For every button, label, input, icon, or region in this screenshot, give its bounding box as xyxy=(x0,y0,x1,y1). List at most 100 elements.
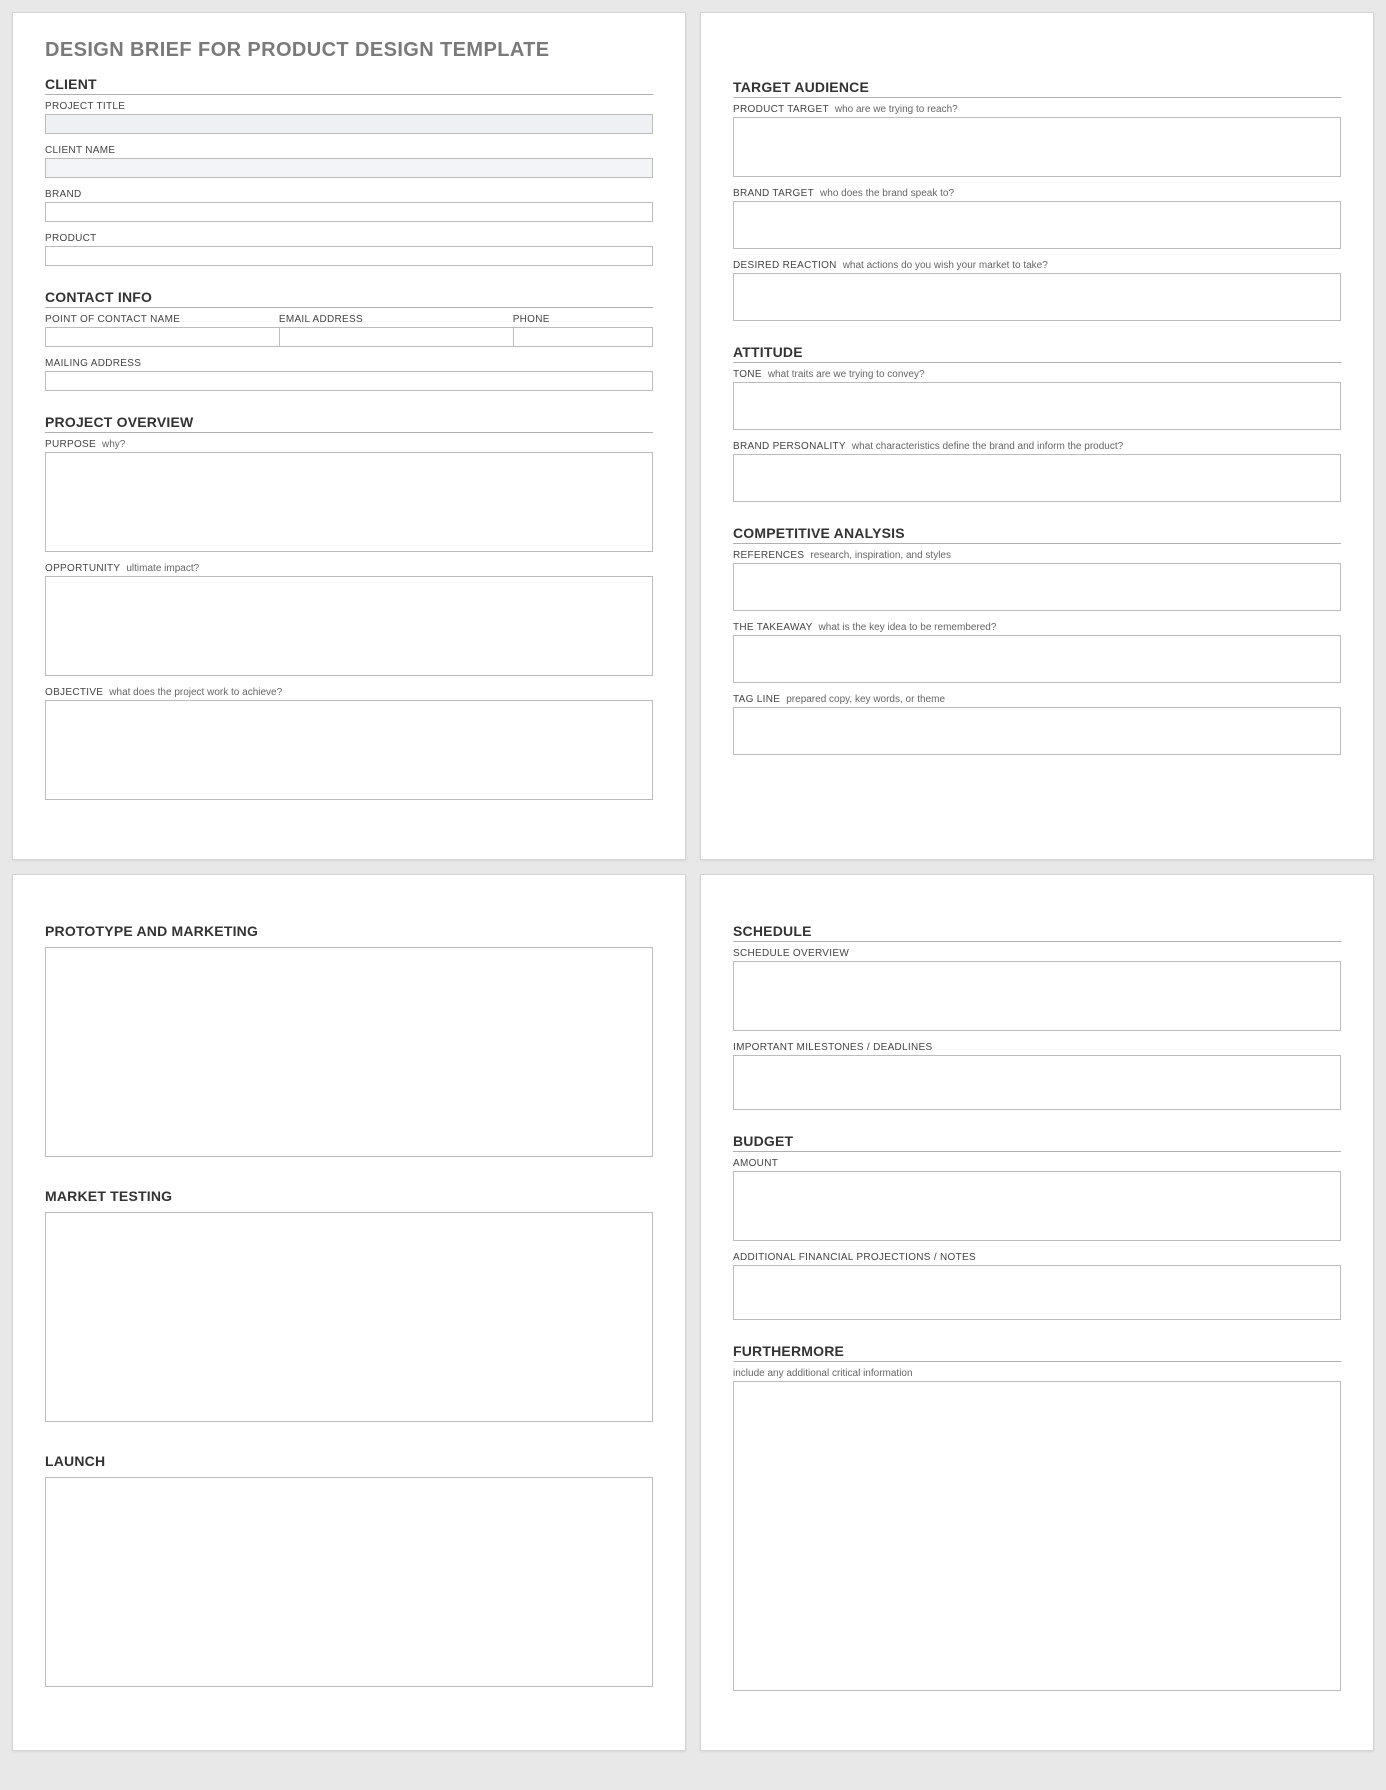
section-project-overview: PROJECT OVERVIEW xyxy=(45,414,653,433)
label-poc: POINT OF CONTACT NAME xyxy=(45,314,279,325)
input-schedule-overview[interactable] xyxy=(733,961,1341,1031)
hint-references: research, inspiration, and styles xyxy=(810,550,951,561)
hint-objective: what does the project work to achieve? xyxy=(109,687,282,698)
field-product: PRODUCT xyxy=(45,233,653,271)
label-brand: BRAND xyxy=(45,189,82,200)
input-product-target[interactable] xyxy=(733,117,1341,177)
section-target-audience: TARGET AUDIENCE xyxy=(733,79,1341,98)
input-poc[interactable] xyxy=(45,327,279,347)
input-email[interactable] xyxy=(279,327,513,347)
input-desired-reaction[interactable] xyxy=(733,273,1341,321)
section-competitive-analysis: COMPETITIVE ANALYSIS xyxy=(733,525,1341,544)
page-2: TARGET AUDIENCE PRODUCT TARGET who are w… xyxy=(700,12,1374,860)
section-client: CLIENT xyxy=(45,76,653,95)
field-brand: BRAND xyxy=(45,189,653,227)
page-4: SCHEDULE SCHEDULE OVERVIEW IMPORTANT MIL… xyxy=(700,874,1374,1751)
field-poc: POINT OF CONTACT NAME xyxy=(45,314,279,352)
input-takeaway[interactable] xyxy=(733,635,1341,683)
input-mailing-address[interactable] xyxy=(45,371,653,391)
field-email: EMAIL ADDRESS xyxy=(279,314,513,352)
input-brand-target[interactable] xyxy=(733,201,1341,249)
field-phone: PHONE xyxy=(513,314,653,352)
section-launch: LAUNCH xyxy=(45,1453,653,1471)
hint-purpose: why? xyxy=(102,439,125,450)
input-prototype-marketing[interactable] xyxy=(45,947,653,1157)
label-takeaway: THE TAKEAWAY xyxy=(733,622,813,633)
label-phone: PHONE xyxy=(513,314,653,325)
hint-tone: what traits are we trying to convey? xyxy=(768,369,925,380)
page-1: DESIGN BRIEF FOR PRODUCT DESIGN TEMPLATE… xyxy=(12,12,686,860)
section-budget: BUDGET xyxy=(733,1133,1341,1152)
page-3: PROTOTYPE AND MARKETING MARKET TESTING L… xyxy=(12,874,686,1751)
input-brand-personality[interactable] xyxy=(733,454,1341,502)
hint-takeaway: what is the key idea to be remembered? xyxy=(819,622,997,633)
label-schedule-overview: SCHEDULE OVERVIEW xyxy=(733,948,849,959)
input-financial-notes[interactable] xyxy=(733,1265,1341,1320)
section-market-testing: MARKET TESTING xyxy=(45,1188,653,1206)
section-contact-info: CONTACT INFO xyxy=(45,289,653,308)
field-brand-personality: BRAND PERSONALITY what characteristics d… xyxy=(733,441,1341,507)
label-brand-target: BRAND TARGET xyxy=(733,188,814,199)
field-opportunity: OPPORTUNITY ultimate impact? xyxy=(45,563,653,681)
field-product-target: PRODUCT TARGET who are we trying to reac… xyxy=(733,104,1341,182)
section-furthermore: FURTHERMORE xyxy=(733,1343,1341,1362)
document-title: DESIGN BRIEF FOR PRODUCT DESIGN TEMPLATE xyxy=(45,39,653,62)
field-furthermore: include any additional critical informat… xyxy=(733,1368,1341,1696)
hint-furthermore: include any additional critical informat… xyxy=(733,1368,913,1379)
input-phone[interactable] xyxy=(513,327,653,347)
input-launch[interactable] xyxy=(45,1477,653,1687)
input-purpose[interactable] xyxy=(45,452,653,552)
hint-desired-reaction: what actions do you wish your market to … xyxy=(843,260,1048,271)
label-milestones: IMPORTANT MILESTONES / DEADLINES xyxy=(733,1042,932,1053)
label-email: EMAIL ADDRESS xyxy=(279,314,513,325)
field-references: REFERENCES research, inspiration, and st… xyxy=(733,550,1341,616)
field-objective: OBJECTIVE what does the project work to … xyxy=(45,687,653,805)
label-tone: TONE xyxy=(733,369,762,380)
input-milestones[interactable] xyxy=(733,1055,1341,1110)
section-attitude: ATTITUDE xyxy=(733,344,1341,363)
label-brand-personality: BRAND PERSONALITY xyxy=(733,441,846,452)
input-opportunity[interactable] xyxy=(45,576,653,676)
section-schedule: SCHEDULE xyxy=(733,923,1341,942)
hint-tagline: prepared copy, key words, or theme xyxy=(786,694,945,705)
document-grid: DESIGN BRIEF FOR PRODUCT DESIGN TEMPLATE… xyxy=(12,12,1374,1751)
input-project-title[interactable] xyxy=(45,114,653,134)
input-tone[interactable] xyxy=(733,382,1341,430)
label-objective: OBJECTIVE xyxy=(45,687,103,698)
field-tagline: TAG LINE prepared copy, key words, or th… xyxy=(733,694,1341,760)
field-amount: AMOUNT xyxy=(733,1158,1341,1246)
input-market-testing[interactable] xyxy=(45,1212,653,1422)
label-project-title: PROJECT TITLE xyxy=(45,101,125,112)
input-product[interactable] xyxy=(45,246,653,266)
field-financial-notes: ADDITIONAL FINANCIAL PROJECTIONS / NOTES xyxy=(733,1252,1341,1325)
input-tagline[interactable] xyxy=(733,707,1341,755)
input-brand[interactable] xyxy=(45,202,653,222)
label-product: PRODUCT xyxy=(45,233,97,244)
field-purpose: PURPOSE why? xyxy=(45,439,653,557)
label-financial-notes: ADDITIONAL FINANCIAL PROJECTIONS / NOTES xyxy=(733,1252,976,1263)
hint-product-target: who are we trying to reach? xyxy=(835,104,958,115)
field-desired-reaction: DESIRED REACTION what actions do you wis… xyxy=(733,260,1341,326)
field-milestones: IMPORTANT MILESTONES / DEADLINES xyxy=(733,1042,1341,1115)
field-client-name: CLIENT NAME xyxy=(45,145,653,183)
label-opportunity: OPPORTUNITY xyxy=(45,563,120,574)
input-furthermore[interactable] xyxy=(733,1381,1341,1691)
label-mailing-address: MAILING ADDRESS xyxy=(45,358,141,369)
input-references[interactable] xyxy=(733,563,1341,611)
label-tagline: TAG LINE xyxy=(733,694,780,705)
field-schedule-overview: SCHEDULE OVERVIEW xyxy=(733,948,1341,1036)
field-project-title: PROJECT TITLE xyxy=(45,101,653,139)
hint-opportunity: ultimate impact? xyxy=(126,563,199,574)
label-desired-reaction: DESIRED REACTION xyxy=(733,260,837,271)
label-amount: AMOUNT xyxy=(733,1158,778,1169)
label-product-target: PRODUCT TARGET xyxy=(733,104,829,115)
hint-brand-personality: what characteristics define the brand an… xyxy=(852,441,1123,452)
field-mailing-address: MAILING ADDRESS xyxy=(45,358,653,396)
input-client-name[interactable] xyxy=(45,158,653,178)
input-amount[interactable] xyxy=(733,1171,1341,1241)
section-prototype-marketing: PROTOTYPE AND MARKETING xyxy=(45,923,653,941)
hint-brand-target: who does the brand speak to? xyxy=(820,188,954,199)
contact-row: POINT OF CONTACT NAME EMAIL ADDRESS PHON… xyxy=(45,314,653,352)
input-objective[interactable] xyxy=(45,700,653,800)
label-references: REFERENCES xyxy=(733,550,804,561)
